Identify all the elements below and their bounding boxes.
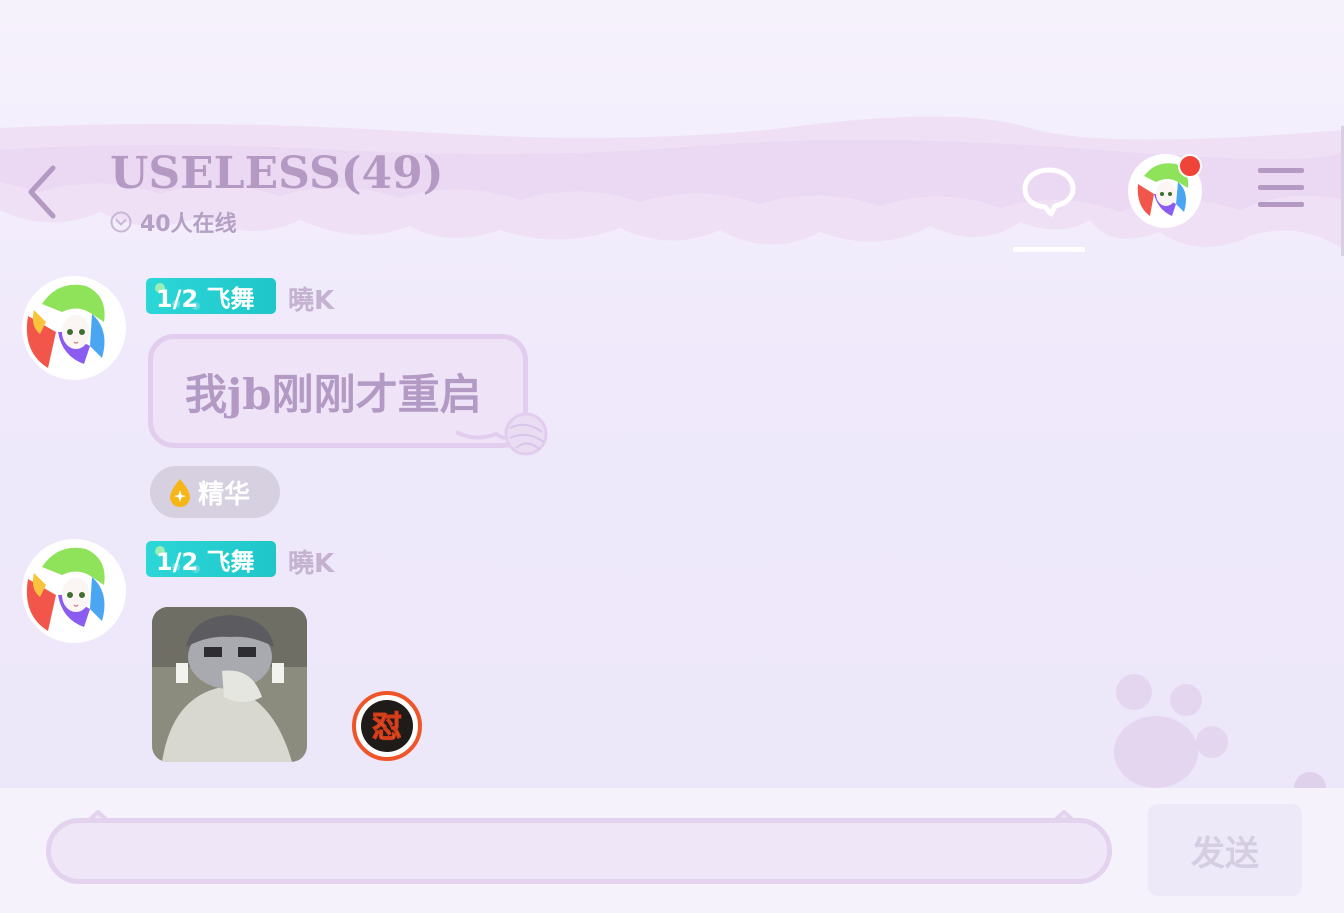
level-badge: 1/2 飞舞 bbox=[146, 278, 276, 314]
hamburger-menu-icon bbox=[1258, 168, 1308, 207]
avatar-image bbox=[23, 540, 125, 642]
level-badge: 1/2 飞舞 bbox=[146, 541, 276, 577]
composer-bar: 发送 bbox=[0, 788, 1344, 913]
tab-active-indicator bbox=[1013, 247, 1085, 252]
chat-bubble-icon bbox=[1022, 167, 1076, 217]
paw-print-decoration bbox=[1114, 674, 1326, 790]
grayscale-girl-sticker bbox=[152, 607, 307, 762]
username[interactable]: 曉K bbox=[288, 543, 334, 580]
sticker-image[interactable] bbox=[152, 607, 307, 762]
essence-tag[interactable]: 精华 bbox=[150, 466, 280, 518]
avatar[interactable] bbox=[22, 276, 126, 380]
menu-button[interactable] bbox=[1258, 168, 1308, 214]
droplet-star-icon bbox=[170, 479, 190, 507]
badge-label: 1/2 飞舞 bbox=[156, 547, 255, 576]
username[interactable]: 曉K bbox=[288, 280, 334, 317]
essence-label: 精华 bbox=[198, 479, 251, 510]
tab-chat[interactable] bbox=[1013, 160, 1085, 252]
reaction-label: 怼 bbox=[372, 710, 402, 745]
message-text: 我jb刚刚才重启 bbox=[185, 369, 482, 419]
reaction-emoji-icon: 怼 bbox=[352, 691, 422, 761]
reaction-button[interactable]: 怼 bbox=[352, 691, 422, 761]
online-count: 40人在线 bbox=[140, 212, 237, 237]
send-button[interactable]: 发送 bbox=[1148, 804, 1302, 896]
yarn-ball-decoration bbox=[456, 412, 548, 456]
chevron-left-icon bbox=[28, 165, 56, 219]
online-status: 40人在线 bbox=[110, 206, 237, 238]
chevron-down-circle-icon[interactable] bbox=[110, 211, 132, 233]
badge-label: 1/2 飞舞 bbox=[156, 284, 255, 313]
message-input[interactable] bbox=[46, 818, 1112, 884]
notification-dot bbox=[1178, 154, 1202, 178]
avatar[interactable] bbox=[22, 539, 126, 643]
chat-header: USELESS(49) 40人在线 bbox=[0, 140, 1344, 260]
page-title: USELESS(49) bbox=[110, 148, 444, 199]
message-item: 1/2 飞舞 曉K 我jb刚刚才重启 精华 bbox=[0, 276, 1344, 526]
back-button[interactable] bbox=[20, 162, 64, 222]
avatar-image bbox=[23, 277, 125, 379]
